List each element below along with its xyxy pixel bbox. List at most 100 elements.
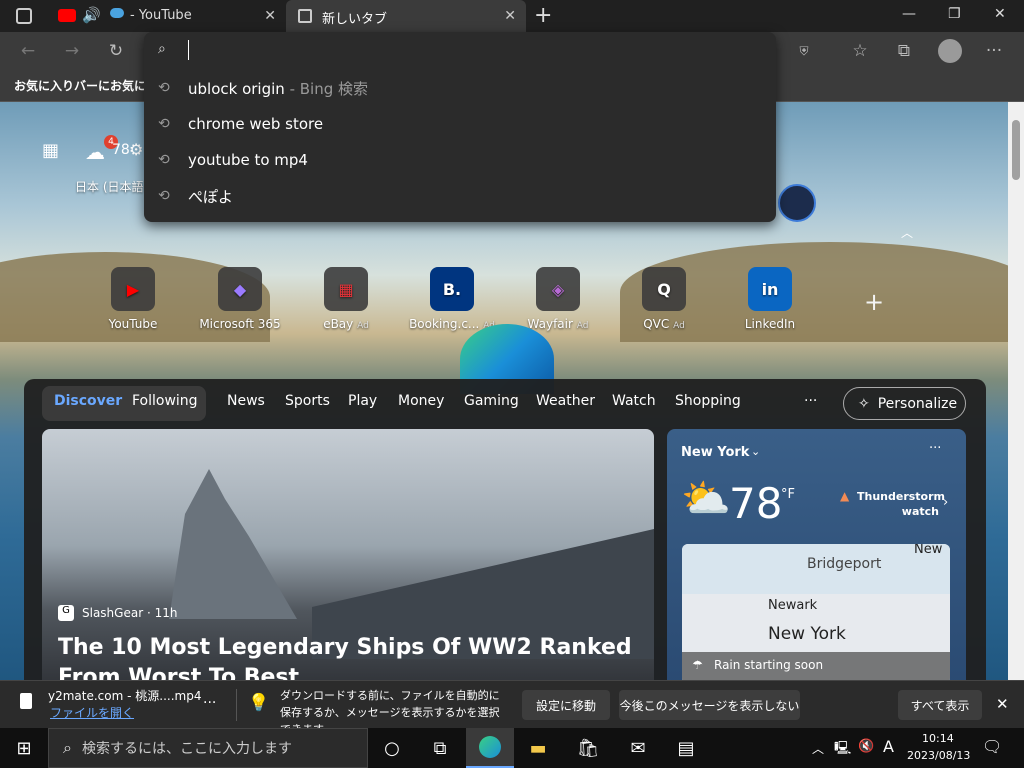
settings-more-button[interactable]: ··· xyxy=(980,38,1008,64)
weather-card[interactable]: New York ⌄ ··· ⛅ 78 °F ▲ Thunderstorm wa… xyxy=(667,429,966,680)
youtube-favicon-icon xyxy=(58,9,76,22)
close-tab-icon[interactable]: ✕ xyxy=(264,8,276,24)
address-input[interactable] xyxy=(184,34,764,66)
more-tabs-button[interactable]: ··· xyxy=(804,393,817,409)
tab-play[interactable]: Play xyxy=(348,393,377,409)
minimize-button[interactable]: — xyxy=(902,6,916,22)
dont-show-again-button[interactable]: 今後このメッセージを表示しない xyxy=(619,690,800,720)
weather-map[interactable]: Bridgeport Newark New York New ☂ Rain st… xyxy=(682,544,950,680)
suggestion-text: ぺぽよ xyxy=(188,187,234,206)
quick-link-ebay[interactable]: ▦ eBay Ad xyxy=(301,267,391,331)
map-label: New xyxy=(914,544,943,557)
taskbar-search-box[interactable]: ⌕ 検索するには、ここに入力します xyxy=(48,728,368,768)
go-to-settings-button[interactable]: 設定に移動 xyxy=(522,690,610,720)
tab-weather[interactable]: Weather xyxy=(536,393,595,409)
tab-news[interactable]: News xyxy=(227,393,265,409)
quick-link-booking[interactable]: B. Booking.c... Ad xyxy=(407,267,497,331)
tab-youtube[interactable]: 🔊 - YouTube ✕ xyxy=(48,0,286,32)
quick-link-linkedin[interactable]: in LinkedIn xyxy=(725,267,815,331)
windows-start-icon[interactable]: ⊞ xyxy=(0,728,48,768)
quick-link-qvc[interactable]: Q QVC Ad xyxy=(619,267,709,331)
volume-muted-icon[interactable]: 🔇 xyxy=(858,739,874,754)
back-button[interactable]: ← xyxy=(14,38,42,64)
refresh-button[interactable]: ↻ xyxy=(102,38,130,64)
quick-link-label: LinkedIn xyxy=(744,317,796,331)
speaker-icon[interactable]: 🔊 xyxy=(82,6,101,24)
tab-discover[interactable]: Discover xyxy=(54,393,122,409)
close-tab-icon[interactable]: ✕ xyxy=(504,8,516,24)
chevron-up-icon[interactable]: ︿ xyxy=(901,224,913,241)
clock-time[interactable]: 10:14 xyxy=(922,732,954,745)
weather-cloud-icon[interactable]: ☁ xyxy=(85,140,105,164)
quick-link-microsoft365[interactable]: ◆ Microsoft 365 xyxy=(195,267,285,331)
weather-more-button[interactable]: ··· xyxy=(929,441,941,456)
chevron-right-icon[interactable]: › xyxy=(943,495,948,510)
apps-grid-icon[interactable]: ▦ xyxy=(42,140,59,161)
cortana-icon[interactable]: ○ xyxy=(368,728,416,768)
ad-label: Ad xyxy=(673,321,685,331)
tab-following[interactable]: Following xyxy=(132,393,198,409)
close-download-bar-button[interactable]: ✕ xyxy=(996,695,1009,713)
search-icon: ⌕ xyxy=(158,41,166,57)
locale-label[interactable]: 日本 (日本語 xyxy=(75,178,144,195)
new-tab-button[interactable]: + xyxy=(534,3,552,28)
weather-city[interactable]: New York xyxy=(681,445,749,460)
tab-actions-icon[interactable] xyxy=(16,8,32,24)
quick-link-youtube[interactable]: ▶ YouTube xyxy=(88,267,178,331)
notifications-icon[interactable]: 🗨 xyxy=(982,737,1002,756)
collections-icon[interactable]: ⧉ xyxy=(890,38,918,64)
page-scrollbar[interactable] xyxy=(1008,102,1024,680)
scrollbar-thumb[interactable] xyxy=(1012,120,1020,180)
quick-link-wayfair[interactable]: ◈ Wayfair Ad xyxy=(513,267,603,331)
suggestion-item[interactable]: ⟲ chrome web store xyxy=(144,106,776,142)
show-all-downloads-button[interactable]: すべて表示 xyxy=(898,690,982,720)
chevron-up-icon[interactable]: ︿ xyxy=(812,740,824,757)
task-view-icon[interactable]: ⧉ xyxy=(416,728,464,768)
ime-indicator[interactable]: A xyxy=(883,737,894,756)
mail-icon[interactable]: ✉ xyxy=(614,728,662,768)
profile-avatar[interactable] xyxy=(938,39,962,63)
file-explorer-icon[interactable]: ▬ xyxy=(514,728,562,768)
history-icon: ⟲ xyxy=(158,152,170,168)
open-file-link[interactable]: ファイルを開く xyxy=(50,704,134,721)
favorites-icon[interactable]: ☆ xyxy=(846,38,874,64)
ublock-extension-icon[interactable]: ⛨ xyxy=(790,38,818,64)
close-window-button[interactable]: ✕ xyxy=(994,6,1006,22)
chevron-down-icon[interactable]: ⌄ xyxy=(751,445,760,458)
tab-money[interactable]: Money xyxy=(398,393,444,409)
tab-sports[interactable]: Sports xyxy=(285,393,330,409)
suggestion-item[interactable]: ⟲ ぺぽよ xyxy=(144,178,776,214)
personalize-button[interactable]: ✧ Personalize xyxy=(843,387,966,420)
bing-chat-icon[interactable] xyxy=(778,184,816,222)
edge-taskbar-icon[interactable] xyxy=(466,728,514,768)
tab-shopping[interactable]: Shopping xyxy=(675,393,741,409)
weather-alert[interactable]: Thunderstorm watch xyxy=(857,489,945,519)
thunderstorm-alert-icon: ▲ xyxy=(840,489,850,503)
app-taskbar-icon[interactable]: ▤ xyxy=(662,728,710,768)
gear-icon[interactable]: ⚙ xyxy=(129,140,143,159)
tab-new-tab[interactable]: 新しいタブ ✕ xyxy=(286,0,526,32)
weather-temp: 78 xyxy=(729,479,783,528)
tab-gaming[interactable]: Gaming xyxy=(464,393,519,409)
slashgear-logo-icon: G xyxy=(58,605,74,621)
sparkle-icon: ✧ xyxy=(858,395,870,412)
weather-unit: °F xyxy=(781,487,795,502)
quick-link-label: Microsoft 365 xyxy=(199,317,281,331)
lightbulb-icon: 💡 xyxy=(248,693,270,713)
microsoft-365-icon: ◆ xyxy=(218,267,262,311)
windows-taskbar: ⊞ ⌕ 検索するには、ここに入力します ○ ⧉ ▬ 🛍 ✉ ▤ ︿ 🖳 🔇 A … xyxy=(0,728,1024,768)
taskbar-search-placeholder: 検索するには、ここに入力します xyxy=(81,741,292,757)
tab-watch[interactable]: Watch xyxy=(612,393,656,409)
restore-button[interactable]: ❐ xyxy=(948,6,961,22)
article-title[interactable]: The 10 Most Legendary Ships Of WW2 Ranke… xyxy=(58,633,648,680)
suggestion-item[interactable]: ⟲ ublock origin - Bing 検索 xyxy=(144,70,776,106)
network-icon[interactable]: 🖳 xyxy=(834,739,851,761)
suggestion-item[interactable]: ⟲ youtube to mp4 xyxy=(144,142,776,178)
hero-article[interactable]: G SlashGear · 11h The 10 Most Legendary … xyxy=(42,429,654,680)
microsoft-store-icon[interactable]: 🛍 xyxy=(564,728,612,768)
clock-date[interactable]: 2023/08/13 xyxy=(907,749,970,762)
forward-button[interactable]: → xyxy=(58,38,86,64)
add-quick-link-button[interactable]: + xyxy=(864,288,884,316)
download-more-button[interactable]: ··· xyxy=(203,695,216,711)
qvc-icon: Q xyxy=(642,267,686,311)
